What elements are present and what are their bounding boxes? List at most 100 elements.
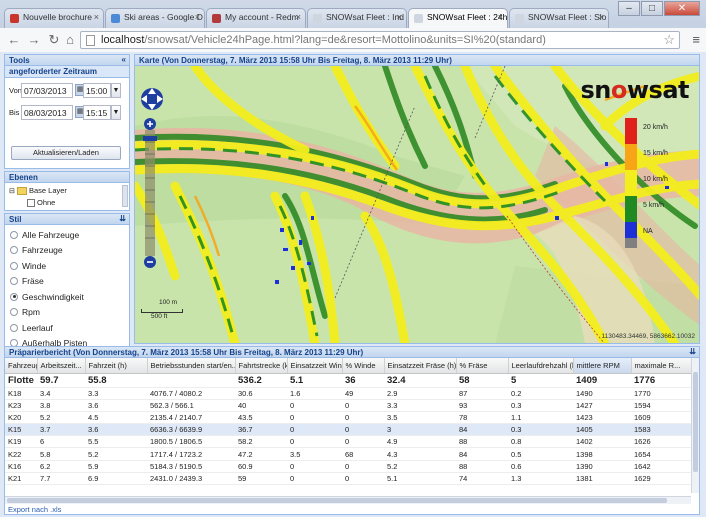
table-row[interactable]: K21 7.7 6.9 2431.0 / 2439.3 59 0 0 5.1 74 1.3 1381…: [5, 472, 691, 486]
radio-button[interactable]: [10, 308, 18, 317]
table-row[interactable]: K15 3.7 3.6 6636.3 / 6639.9 36.7 0 0 3 84 0.3 1405…: [5, 423, 691, 437]
layer-checkbox[interactable]: [27, 199, 35, 208]
table-cell: 68: [342, 447, 384, 461]
collapse-left-icon[interactable]: «: [122, 55, 126, 64]
reload-icon[interactable]: ↻: [46, 32, 62, 48]
column-header[interactable]: Einsatzzeit Fräse (h): [384, 358, 457, 374]
von-date-input[interactable]: 07/03/2013: [21, 83, 73, 98]
close-tab-icon[interactable]: ×: [94, 12, 99, 22]
refresh-load-button[interactable]: Aktualisieren/Laden: [11, 146, 121, 160]
table-row[interactable]: K16 6.2 5.9 5184.3 / 5190.5 60.9 0 0 5.2 88 0.6 13…: [5, 460, 691, 473]
layers-scrollbar[interactable]: [122, 185, 128, 207]
style-option[interactable]: Winde: [5, 258, 129, 274]
bookmark-star-icon[interactable]: ☆: [663, 32, 675, 48]
table-row[interactable]: K22 5.8 5.2 1717.4 / 1723.2 47.2 3.5 68 4.3 84 0.…: [5, 447, 691, 461]
column-header[interactable]: Fahrzeit (h): [85, 358, 148, 374]
style-option[interactable]: Geschwindigkeit: [5, 289, 129, 305]
radio-button[interactable]: [10, 323, 18, 332]
table-cell: 5.8: [37, 447, 85, 461]
address-bar[interactable]: localhost/snowsat/Vehicle24hPage.html?la…: [80, 31, 680, 49]
style-option[interactable]: Leerlauf: [5, 320, 129, 336]
table-cell: 562.3 / 566.1: [147, 399, 235, 412]
style-option[interactable]: Fräse: [5, 274, 129, 290]
table-row[interactable]: K18 3.4 3.3 4076.7 / 4080.2 30.6 1.6 49 2.9 87 0.…: [5, 387, 691, 400]
report-collapse-icon[interactable]: ⇊: [689, 347, 696, 356]
close-tab-icon[interactable]: ×: [498, 12, 503, 22]
map-canvas[interactable]: snowsat 20 km/h 15 km/h 10 km/h 5 km/h NA: [134, 66, 700, 344]
column-header[interactable]: Einsatzzeit Wind...: [287, 358, 343, 374]
zoom-control[interactable]: [143, 118, 157, 268]
map-title: Karte (Von Donnerstag, 7. März 2013 15:5…: [139, 56, 452, 65]
style-collapse-icon[interactable]: ⇊: [119, 214, 126, 223]
scroll-thumb[interactable]: [693, 372, 698, 472]
close-tab-icon[interactable]: ×: [195, 12, 200, 22]
style-option[interactable]: Alle Fahrzeuge: [5, 227, 129, 243]
table-row[interactable]: K23 3.8 3.6 562.3 / 566.1 40 0 0 3.3 93 0.3 1427 15…: [5, 399, 691, 412]
browser-menu-icon[interactable]: ≡: [692, 32, 700, 47]
legend-swatch: [625, 170, 637, 196]
pan-arrows-icon[interactable]: [139, 86, 165, 112]
von-time-input[interactable]: 15:00: [83, 83, 111, 98]
table-cell: [147, 373, 235, 388]
radio-button[interactable]: [10, 277, 18, 286]
table-row[interactable]: K20 5.2 4.5 2135.4 / 2140.7 43.5 0 0 3.5 78 1.1 14…: [5, 411, 691, 425]
column-header[interactable]: % Fräse: [456, 358, 509, 374]
close-window-button[interactable]: ✕: [664, 1, 700, 16]
bis-time-dropdown-icon[interactable]: ▼: [111, 105, 121, 120]
table-cell: 5.5: [85, 435, 147, 449]
table-cell: 1800.5 / 1806.5: [147, 435, 235, 449]
column-header[interactable]: Leerlaufdrehzahl (h): [508, 358, 574, 374]
column-header[interactable]: Arbeitszeit...: [37, 358, 86, 374]
browser-tab[interactable]: Nouvelle brochure ×: [4, 8, 104, 28]
grid-vertical-scrollbar[interactable]: [691, 358, 699, 493]
forward-icon[interactable]: →: [26, 32, 42, 48]
home-icon[interactable]: ⌂: [62, 32, 78, 48]
style-option[interactable]: Rpm: [5, 305, 129, 321]
close-tab-icon[interactable]: ×: [397, 12, 402, 22]
browser-tab[interactable]: SNOWsat Fleet : 24h ×: [408, 8, 508, 28]
minimize-button[interactable]: –: [618, 1, 640, 16]
von-time-dropdown-icon[interactable]: ▼: [111, 83, 121, 98]
browser-tab[interactable]: SNOWsat Fleet : Ind ×: [307, 8, 407, 28]
tree-toggle-icon[interactable]: ⊟: [9, 188, 15, 195]
style-option-label: Fahrzeuge: [22, 245, 63, 256]
table-cell: 4.5: [85, 411, 147, 425]
radio-button[interactable]: [10, 246, 18, 255]
bis-time-input[interactable]: 15:15: [83, 105, 111, 120]
table-cell: 5.2: [384, 460, 456, 473]
grid-horizontal-scrollbar[interactable]: [5, 496, 691, 504]
radio-button[interactable]: [10, 261, 18, 270]
browser-tab[interactable]: SNOWsat Fleet : Slo ×: [509, 8, 609, 28]
radio-button[interactable]: [10, 230, 18, 239]
column-header[interactable]: maximale R...: [631, 358, 692, 374]
back-icon[interactable]: ←: [6, 32, 22, 48]
table-cell: 0: [287, 472, 342, 486]
hscroll-thumb[interactable]: [7, 498, 667, 503]
column-header[interactable]: % Winde: [342, 358, 385, 374]
browser-tab[interactable]: Ski areas - Google D ×: [105, 8, 205, 28]
column-header[interactable]: mittlere RPM: [573, 358, 632, 374]
close-tab-icon[interactable]: ×: [296, 12, 301, 22]
table-cell: 3.7: [37, 423, 85, 437]
layer-none-node[interactable]: Ohne: [27, 198, 55, 208]
browser-tab[interactable]: My account - Redm ×: [206, 8, 306, 28]
table-cell: K22: [5, 447, 37, 461]
table-cell: 4076.7 / 4080.2: [147, 387, 235, 400]
table-row[interactable]: K19 6 5.5 1800.5 / 1806.5 58.2 0 0 4.9 88 0.8 1402…: [5, 435, 691, 449]
column-header[interactable]: Fahrtstrecke (km): [235, 358, 288, 374]
radio-button[interactable]: [10, 292, 18, 301]
bis-date-input[interactable]: 08/03/2013: [21, 105, 73, 120]
scale-bar: 100 m 500 ft: [141, 299, 193, 321]
pan-control[interactable]: [139, 86, 165, 112]
column-header[interactable]: Betriebsstunden start/en...: [147, 358, 236, 374]
close-tab-icon[interactable]: ×: [599, 12, 604, 22]
total-row[interactable]: Flotte 59.7 55.8 536.2 5.1 36 32.4 58 5 1409 1776: [5, 373, 691, 388]
base-layer-node[interactable]: ⊟ Base Layer: [9, 186, 67, 196]
tab-favicon-icon: [212, 14, 221, 23]
column-header[interactable]: Fahrzeuge: [5, 358, 38, 374]
export-xls-link[interactable]: Export nach .xls: [8, 505, 61, 514]
maximize-button[interactable]: □: [641, 1, 663, 16]
style-option[interactable]: Fahrzeuge: [5, 243, 129, 259]
table-cell: 6.2: [37, 460, 85, 473]
url-host: localhost: [101, 34, 145, 46]
